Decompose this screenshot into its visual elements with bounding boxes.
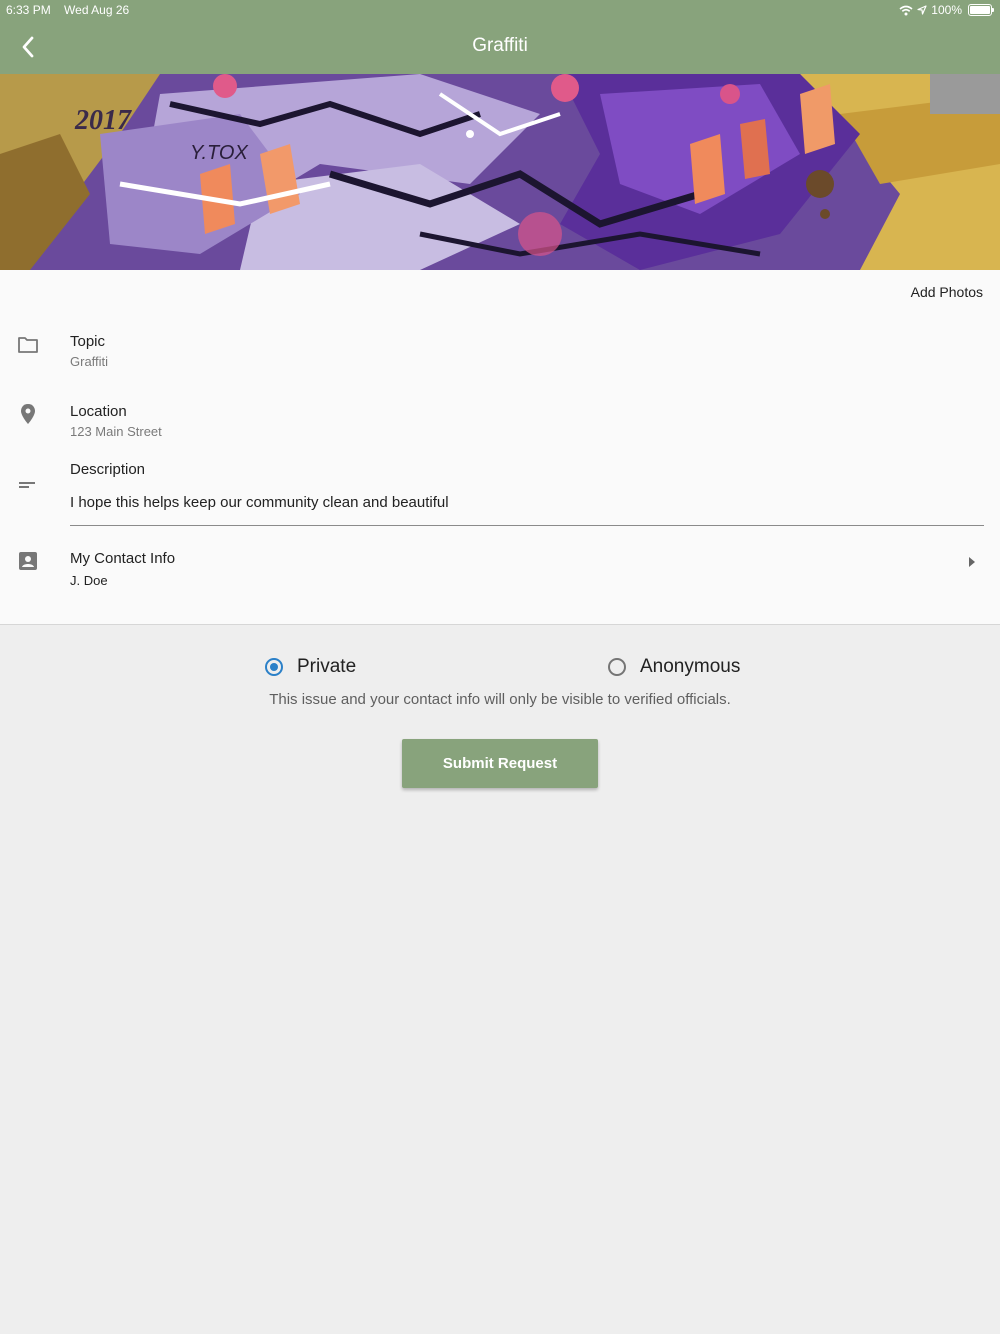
anonymous-radio[interactable] (608, 658, 626, 676)
location-value[interactable]: 123 Main Street (70, 424, 162, 439)
folder-icon (18, 337, 38, 353)
battery-percent: 100% (931, 3, 962, 17)
anonymous-label: Anonymous (640, 656, 741, 677)
request-form: Add Photos Topic Graffiti Location 123 M… (0, 270, 1000, 625)
graffiti-image: 2017 Y.TOX (0, 74, 1000, 270)
short-text-icon (19, 482, 35, 488)
hero-photo: 2017 Y.TOX (0, 74, 1000, 270)
private-radio[interactable] (265, 658, 283, 676)
status-bar: 6:33 PM Wed Aug 26 100% (0, 0, 1000, 20)
description-underline (70, 525, 984, 526)
private-option[interactable]: Private (265, 656, 356, 678)
contact-value: J. Doe (70, 573, 108, 588)
location-arrow-icon (917, 5, 927, 15)
add-photos-button[interactable]: Add Photos (911, 284, 983, 300)
description-field[interactable]: I hope this helps keep our community cle… (70, 494, 449, 511)
nav-bar: Graffiti (0, 20, 1000, 74)
hero-tag-ytox: Y.TOX (190, 142, 248, 164)
submit-request-button[interactable]: Submit Request (402, 739, 598, 788)
privacy-note: This issue and your contact info will on… (269, 691, 731, 708)
location-label: Location (70, 403, 127, 420)
topic-label: Topic (70, 333, 106, 350)
private-label: Private (297, 656, 357, 677)
page-title: Graffiti (472, 35, 528, 56)
contact-card-icon (19, 552, 37, 570)
topic-value[interactable]: Graffiti (70, 354, 108, 369)
status-date: Wed Aug 26 (64, 3, 130, 17)
map-pin-icon (21, 404, 35, 424)
wifi-icon (899, 5, 913, 15)
contact-info-row[interactable] (0, 540, 1000, 600)
status-time: 6:33 PM (6, 3, 51, 17)
hero-tag-2017: 2017 (74, 105, 132, 136)
contact-label: My Contact Info (70, 550, 176, 567)
privacy-options: Private Anonymous (0, 650, 1000, 690)
description-label: Description (70, 461, 146, 478)
anonymous-option[interactable]: Anonymous (608, 656, 740, 678)
caret-right-icon (969, 557, 975, 567)
battery-icon (968, 4, 994, 16)
